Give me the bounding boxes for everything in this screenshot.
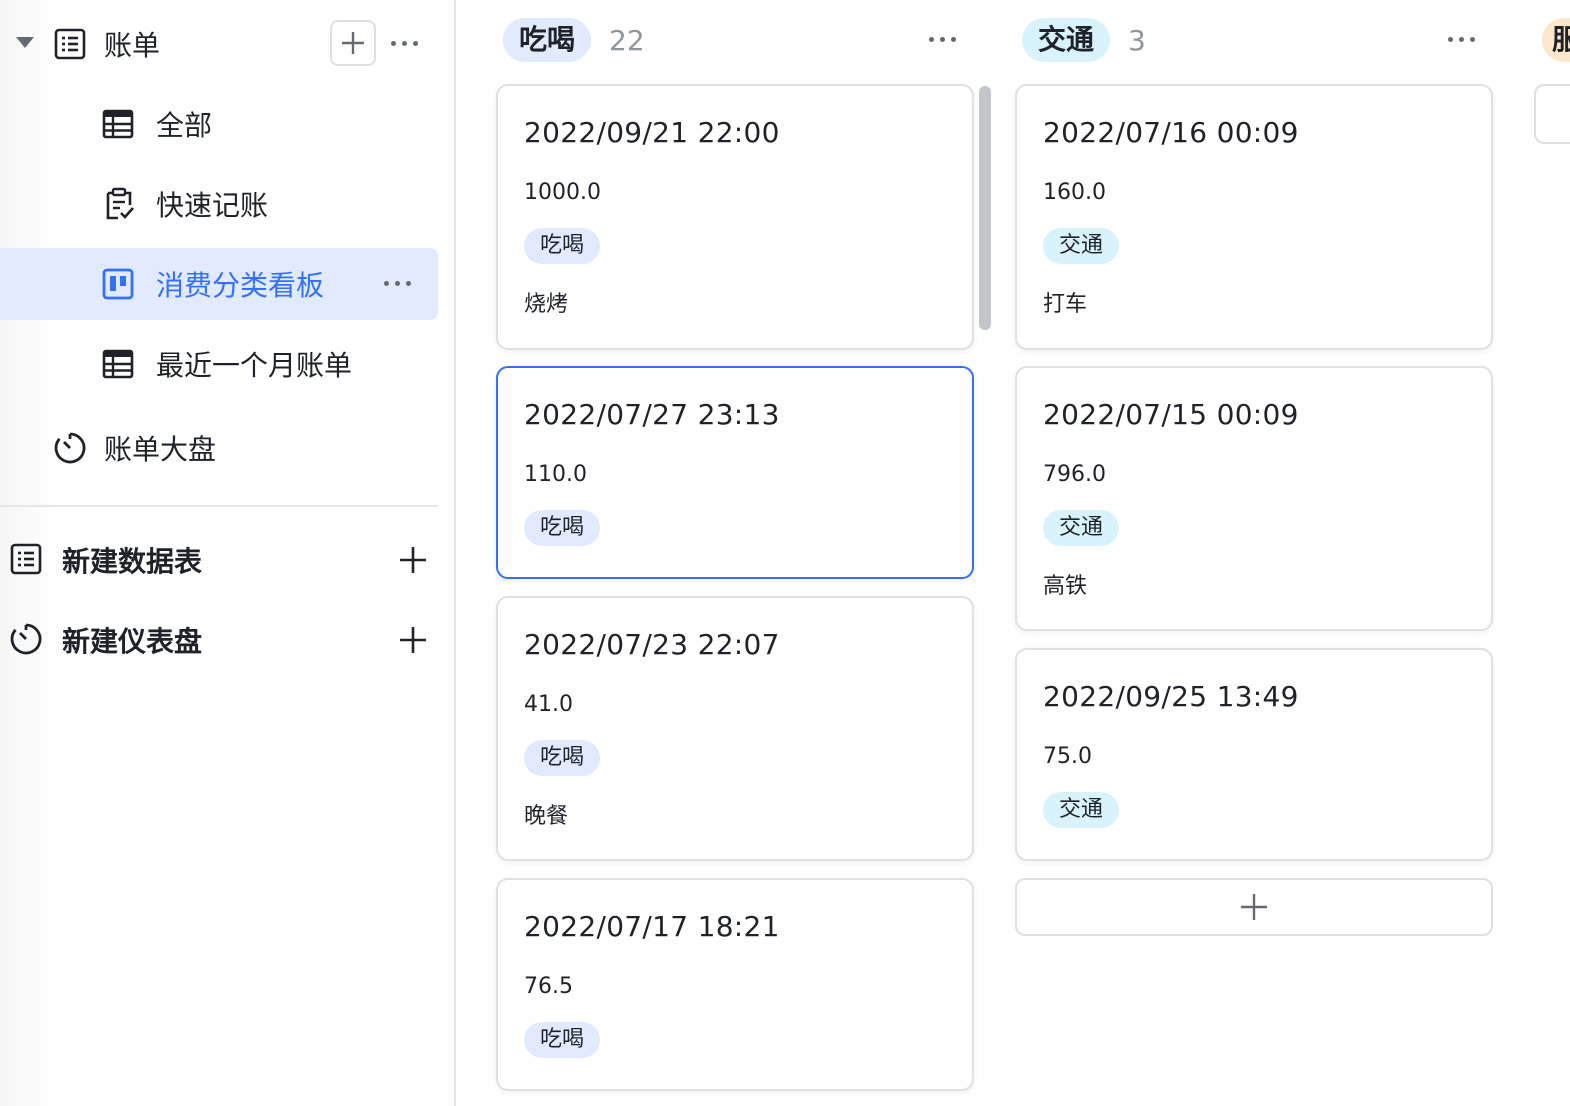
card-note: 打车	[1043, 292, 1088, 317]
record-card[interactable]: 2022/09/25 13:49 75.0 交通	[1015, 648, 1493, 861]
card-category-tag: 交通	[1043, 228, 1120, 264]
card-amount: 796.0	[1043, 462, 1106, 487]
card-date: 2022/07/15 00:09	[1043, 398, 1299, 431]
record-card[interactable]: 2022/07/16 00:09 160.0 交通 打车	[1015, 84, 1493, 350]
record-card[interactable]: 2022/07/23 22:07 41.0 吃喝 晚餐	[496, 596, 974, 861]
sidebar-item-all[interactable]: 全部	[156, 104, 212, 144]
sidebar: 账单 全部 快速记账 消费分类看板 最近一个月账单 账单大盘 新建数据表 新建仪…	[0, 0, 456, 1106]
card-category-tag: 吃喝	[524, 1022, 601, 1058]
table-icon	[10, 543, 42, 575]
column-scrollbar[interactable]	[979, 86, 991, 330]
sidebar-item-kanban-label-row: 消费分类看板	[156, 264, 324, 304]
sidebar-item-quick-record[interactable]: 快速记账	[156, 184, 268, 224]
card-category-tag: 吃喝	[524, 740, 601, 776]
record-card-partial[interactable]	[1534, 84, 1570, 144]
column-header-transport: 交通 3	[1022, 18, 1146, 62]
column-header-partial: 服	[1542, 18, 1570, 62]
sidebar-item-label: 消费分类看板	[156, 269, 325, 302]
new-dashboard-label: 新建仪表盘	[62, 625, 203, 658]
card-amount: 76.5	[524, 974, 573, 999]
card-amount: 41.0	[524, 692, 573, 717]
record-card[interactable]: 2022/07/17 18:21 76.5 吃喝	[496, 878, 974, 1091]
sidebar-item-label: 快速记账	[156, 189, 269, 222]
column-count: 22	[609, 23, 645, 57]
sidebar-root-bill[interactable]: 账单	[104, 24, 160, 64]
record-card[interactable]: 2022/07/27 23:13 110.0 吃喝	[496, 366, 974, 579]
column-tag: 交通	[1022, 18, 1111, 62]
card-amount: 75.0	[1043, 744, 1092, 769]
column-more-icon[interactable]	[1448, 37, 1475, 42]
plus-icon[interactable]	[399, 626, 427, 654]
record-card[interactable]: 2022/07/15 00:09 796.0 交通 高铁	[1015, 366, 1493, 631]
collapse-caret-icon[interactable]	[16, 37, 34, 48]
card-category-tag: 吃喝	[524, 510, 601, 546]
plus-icon	[1241, 894, 1267, 920]
add-record-button[interactable]	[1015, 878, 1493, 936]
grid-table-icon	[102, 109, 134, 139]
card-date: 2022/09/21 22:00	[524, 116, 780, 149]
form-clipboard-icon	[106, 187, 134, 220]
kanban-more-icon[interactable]	[384, 281, 411, 286]
card-amount: 1000.0	[524, 180, 601, 205]
card-note: 高铁	[1043, 574, 1088, 599]
column-more-icon[interactable]	[929, 37, 956, 42]
dashboard-icon	[54, 432, 86, 464]
card-category-tag: 交通	[1043, 792, 1120, 828]
column-header-food: 吃喝 22	[503, 18, 645, 62]
kanban-icon	[102, 268, 134, 300]
new-dashboard-action[interactable]: 新建仪表盘	[62, 620, 202, 660]
sidebar-item-last-month[interactable]: 最近一个月账单	[156, 344, 352, 384]
grid-table-icon	[102, 349, 134, 379]
card-date: 2022/09/25 13:49	[1043, 680, 1299, 713]
dashboard-icon	[10, 623, 42, 655]
card-note: 烧烤	[524, 292, 569, 317]
column-count: 3	[1128, 23, 1146, 57]
card-date: 2022/07/23 22:07	[524, 628, 780, 661]
new-table-label: 新建数据表	[62, 545, 203, 578]
card-amount: 110.0	[524, 462, 587, 487]
card-amount: 160.0	[1043, 180, 1106, 205]
sidebar-item-bill-dashboard[interactable]: 账单大盘	[104, 428, 216, 468]
column-tag: 服	[1542, 18, 1570, 62]
column-tag: 吃喝	[503, 18, 592, 62]
sidebar-item-label: 最近一个月账单	[156, 349, 353, 382]
card-category-tag: 交通	[1043, 510, 1120, 546]
add-view-button[interactable]	[330, 20, 376, 66]
record-card[interactable]: 2022/09/21 22:00 1000.0 吃喝 烧烤	[496, 84, 974, 350]
plus-icon	[342, 32, 364, 54]
table-icon	[54, 28, 86, 60]
card-date: 2022/07/16 00:09	[1043, 116, 1299, 149]
root-more-icon[interactable]	[391, 41, 418, 46]
card-note: 晚餐	[524, 804, 569, 829]
sidebar-divider	[0, 505, 438, 507]
card-date: 2022/07/17 18:21	[524, 910, 780, 943]
plus-icon[interactable]	[399, 546, 427, 574]
sidebar-item-label: 全部	[156, 109, 213, 142]
new-table-action[interactable]: 新建数据表	[62, 540, 202, 580]
card-date: 2022/07/27 23:13	[524, 398, 780, 431]
sidebar-item-label: 账单大盘	[104, 433, 217, 466]
card-category-tag: 吃喝	[524, 228, 601, 264]
sidebar-root-label: 账单	[104, 29, 161, 62]
